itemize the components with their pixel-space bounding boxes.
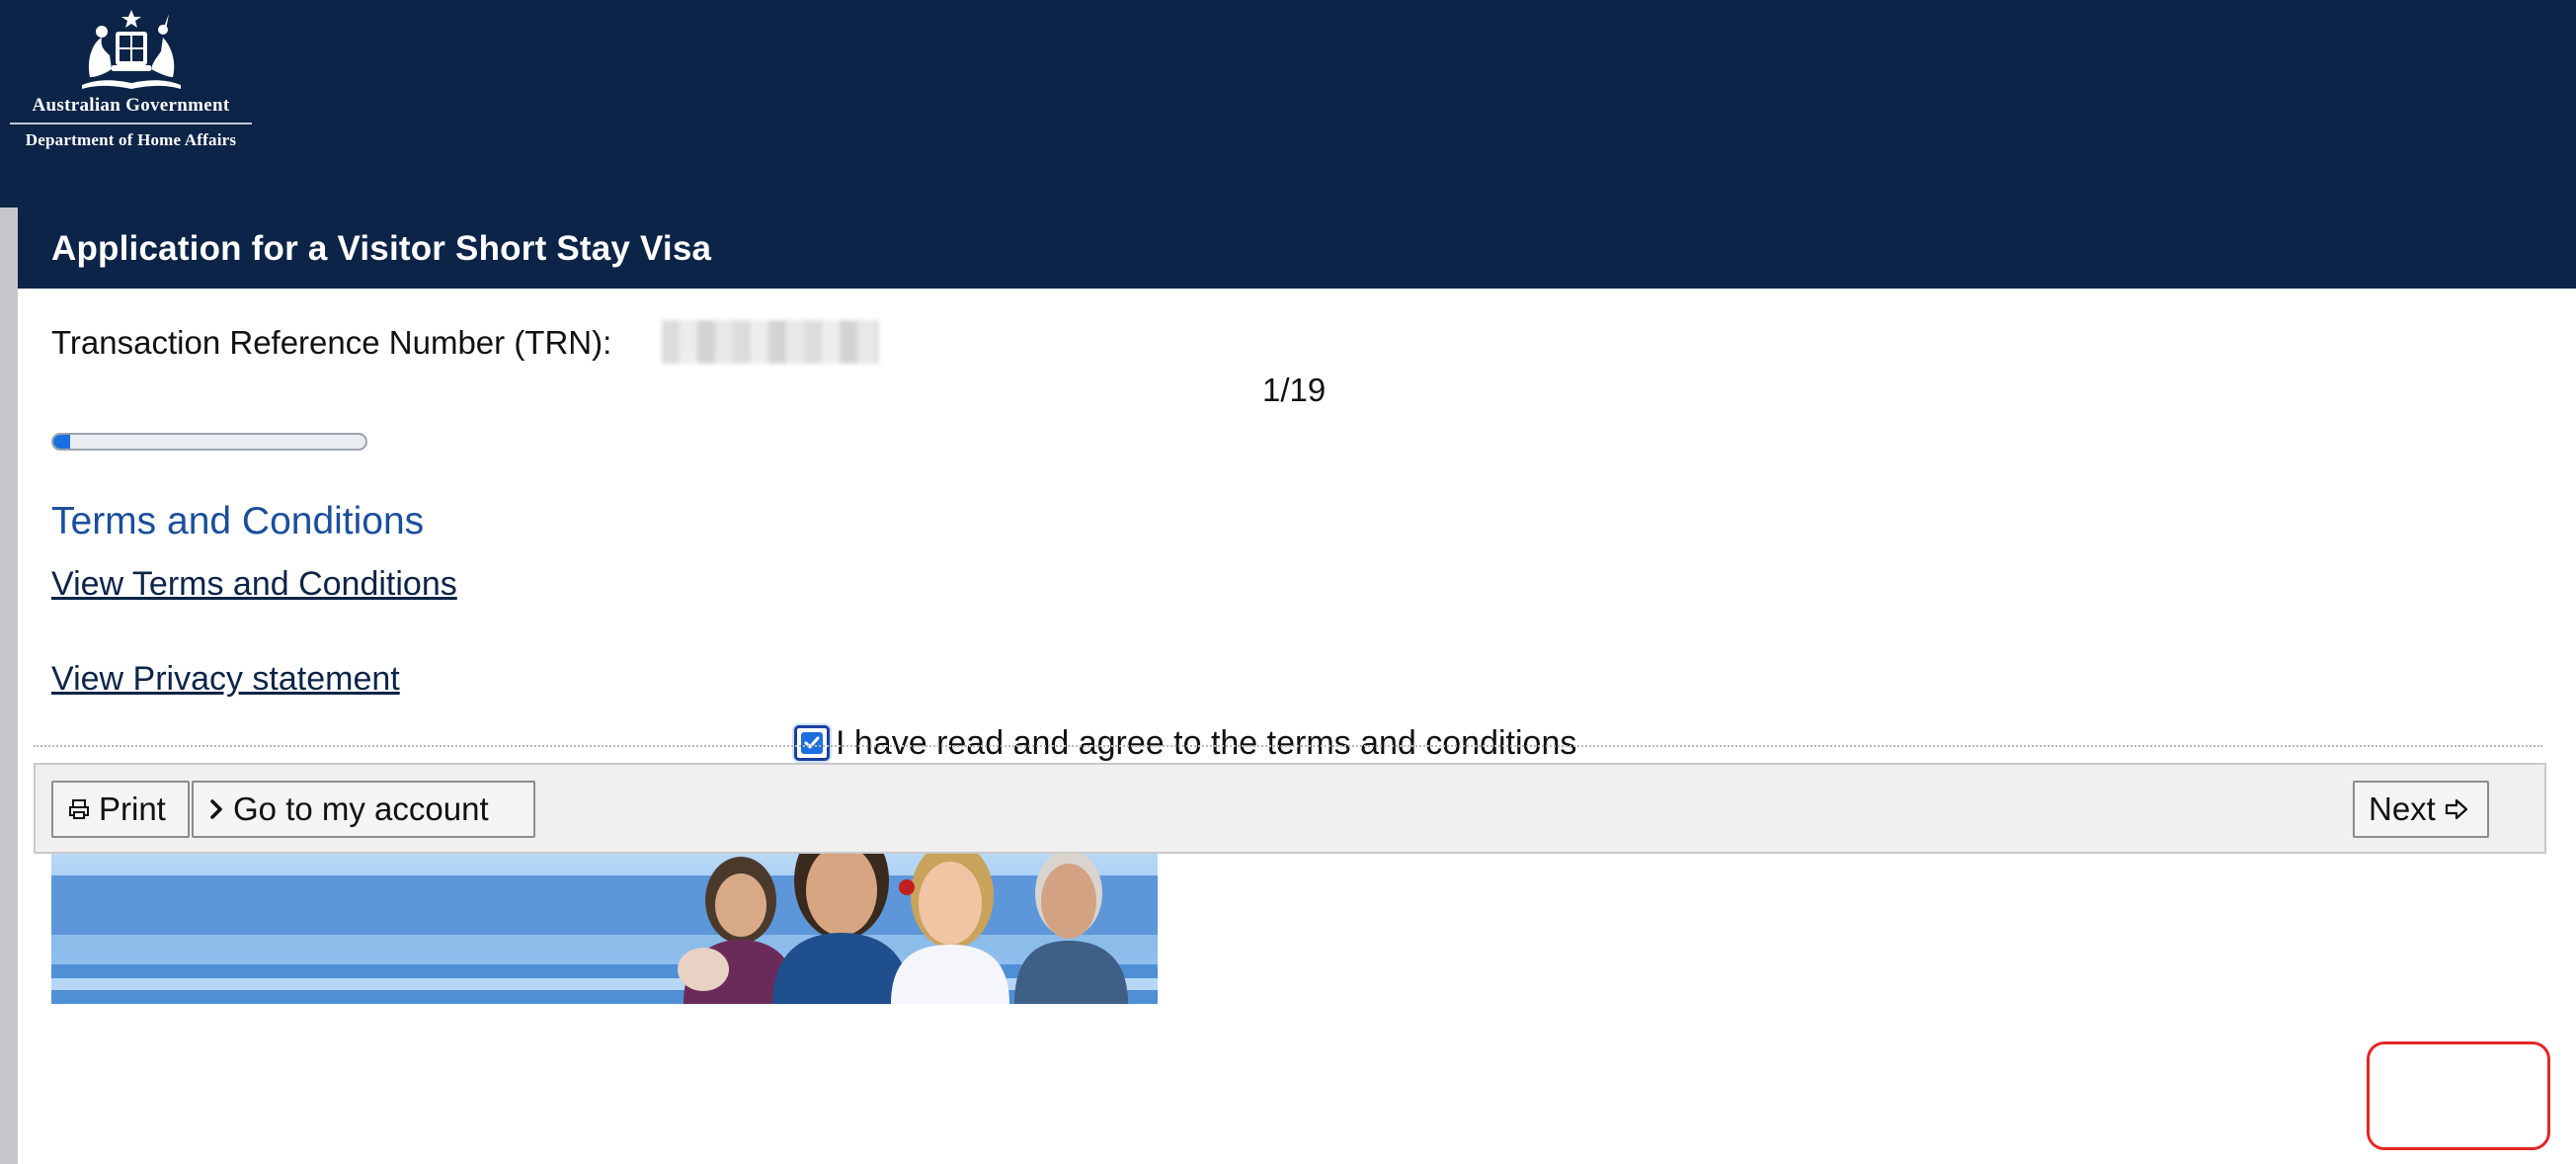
footer-divider — [34, 745, 2542, 747]
agree-label: I have read and agree to the terms and c… — [836, 723, 1577, 762]
agree-checkbox[interactable] — [794, 725, 830, 761]
trn-label: Transaction Reference Number (TRN): — [51, 324, 612, 361]
agree-row: I have read and agree to the terms and c… — [794, 721, 1576, 765]
next-label: Next — [2369, 790, 2436, 827]
view-terms-link[interactable]: View Terms and Conditions — [51, 565, 457, 604]
view-privacy-link[interactable]: View Privacy statement — [51, 660, 400, 699]
checkmark-icon — [804, 736, 820, 749]
progress-bar — [51, 433, 367, 451]
checkbox-fill — [801, 732, 823, 754]
account-label: Go to my account — [233, 790, 489, 827]
arrow-right-icon — [2445, 798, 2467, 820]
left-side-bar — [0, 208, 18, 1164]
logo-department-text: Department of Home Affairs — [25, 130, 237, 149]
print-label: Print — [99, 790, 166, 827]
go-to-account-button[interactable]: Go to my account — [192, 781, 535, 838]
trn-value-redacted — [662, 320, 879, 364]
title-bar: Application for a Visitor Short Stay Vis… — [18, 208, 2576, 289]
print-button[interactable]: Print — [51, 781, 190, 838]
page-title: Application for a Visitor Short Stay Vis… — [51, 229, 712, 268]
next-button[interactable]: Next — [2353, 781, 2489, 838]
logo-government-text: Australian Government — [10, 95, 252, 125]
page-indicator: 1/19 — [1262, 372, 1327, 408]
government-logo[interactable]: Australian Government Department of Home… — [10, 8, 252, 161]
footer-toolbar: Print Go to my account Next — [34, 763, 2546, 854]
printer-icon — [69, 799, 89, 819]
terms-heading: Terms and Conditions — [51, 500, 425, 542]
main-content: Transaction Reference Number (TRN): 1/19… — [18, 289, 2576, 1164]
coat-of-arms-icon — [81, 10, 181, 89]
chevron-right-icon — [210, 799, 222, 819]
progress-bar-fill — [53, 435, 70, 449]
